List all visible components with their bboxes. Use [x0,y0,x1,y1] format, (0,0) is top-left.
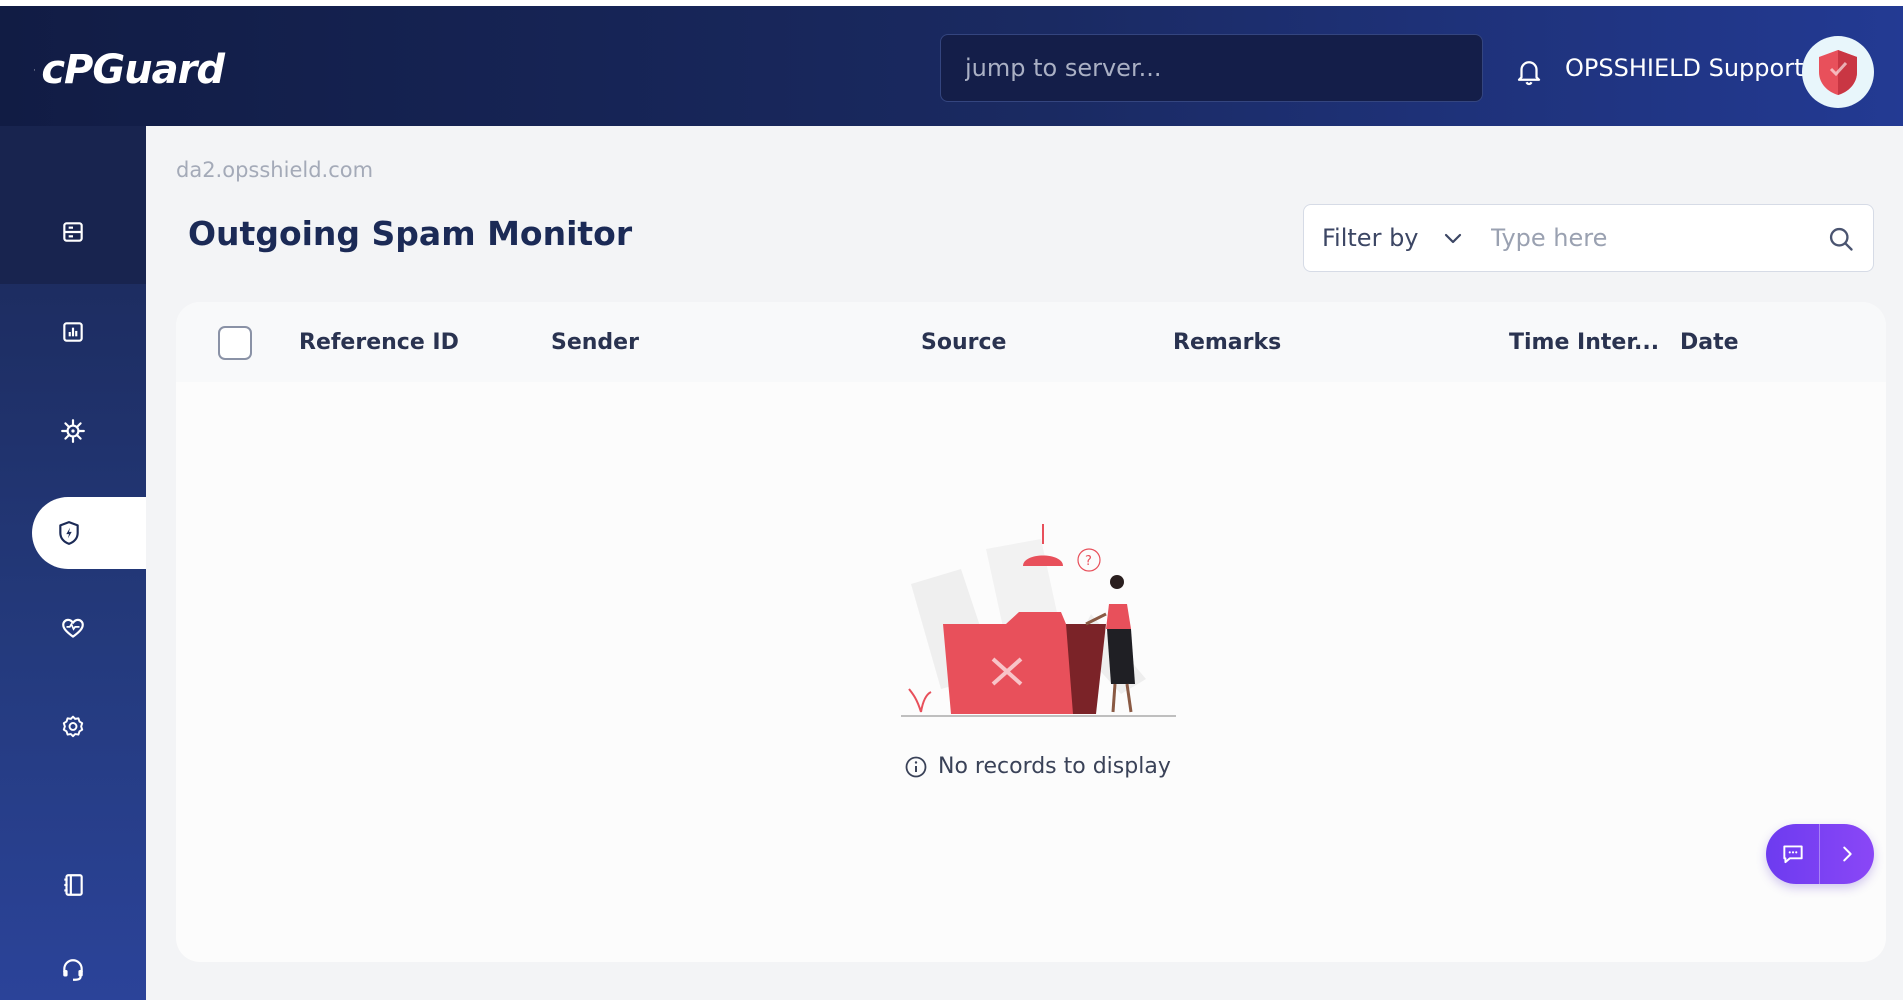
filter-by-dropdown[interactable]: Filter by [1322,224,1419,252]
empty-folder-illustration: ? [901,524,1176,717]
sidebar-item-settings[interactable] [0,691,146,763]
sidebar-item-docs[interactable] [0,849,146,921]
shield-avatar-icon [1819,50,1857,95]
info-icon [905,756,927,777]
sidebar-item-spam-monitor[interactable] [32,497,146,569]
avatar[interactable] [1802,36,1874,108]
filter-search-input[interactable] [1490,224,1811,252]
sidebar-item-health[interactable] [0,592,146,664]
shield-logo-icon [34,69,36,71]
sidebar-item-reports[interactable] [0,296,146,368]
chat-widget[interactable] [1766,824,1874,884]
search-icon[interactable] [1827,225,1855,253]
sidebar-item-malware[interactable] [0,395,146,467]
chat-bubble-icon [1782,845,1803,864]
svg-text:?: ? [1085,554,1092,569]
gear-icon [62,715,84,738]
chevron-right-icon [1843,846,1852,862]
empty-state-text: No records to display [938,754,1171,779]
chevron-down-icon[interactable] [1441,226,1465,250]
headset-icon [63,959,83,981]
chat-open-button[interactable] [1766,824,1820,884]
sidebar-item-servers[interactable] [0,196,146,268]
column-time-interval[interactable]: Time Inter... [1509,330,1659,355]
column-reference-id[interactable]: Reference ID [299,330,459,355]
sidebar [0,126,146,1000]
virus-icon [61,419,85,443]
breadcrumb[interactable]: da2.opsshield.com [176,158,373,182]
bell-icon[interactable] [1514,56,1544,86]
notebook-icon [64,874,83,896]
shield-bolt-icon [59,521,79,545]
sidebar-item-support[interactable] [0,934,146,1000]
logo-text: cPGuard [41,47,225,93]
select-all-checkbox[interactable] [218,326,252,360]
column-sender[interactable]: Sender [551,330,639,355]
server-search-input[interactable] [940,34,1483,102]
table-header: Reference ID Sender Source Remarks Time … [176,302,1886,382]
column-remarks[interactable]: Remarks [1173,330,1281,355]
top-header: cPGuard OPSSHIELD Support [0,0,1903,126]
cpguard-logo[interactable]: cPGuard [34,30,225,110]
column-source[interactable]: Source [921,330,1006,355]
heart-pulse-icon [62,618,84,638]
chat-expand-button[interactable] [1820,824,1874,884]
results-table-card: Reference ID Sender Source Remarks Time … [176,302,1886,962]
page-title: Outgoing Spam Monitor [188,214,633,253]
column-date[interactable]: Date [1680,330,1739,355]
server-list-icon [63,222,83,242]
user-name[interactable]: OPSSHIELD Support [1565,54,1803,82]
filter-bar: Filter by [1303,204,1874,272]
bar-chart-icon [63,322,83,342]
empty-state-message: No records to display [904,754,1171,779]
